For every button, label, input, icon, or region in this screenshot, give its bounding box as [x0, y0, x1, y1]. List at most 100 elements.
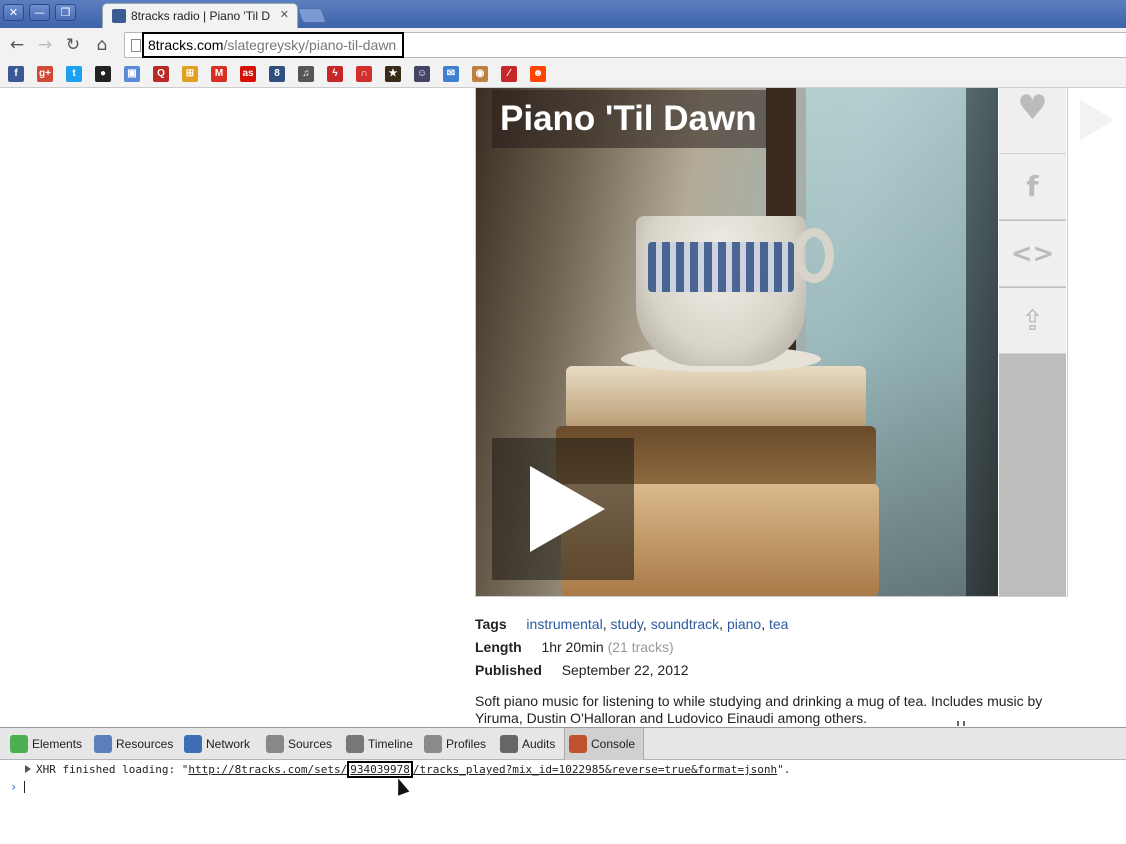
person-icon[interactable]: ☺: [414, 66, 430, 82]
console-prompt-icon: ›: [10, 780, 18, 794]
tags-list: instrumental, study, soundtrack, piano, …: [526, 616, 788, 632]
published-value: September 22, 2012: [561, 662, 689, 678]
tab-label: Audits: [522, 737, 556, 751]
tab-close-icon[interactable]: ✕: [280, 8, 289, 21]
log-prefix: XHR finished loading: ": [36, 763, 189, 776]
network-icon: [184, 735, 202, 753]
tab-label: Sources: [288, 737, 333, 751]
tab-console[interactable]: Console: [564, 728, 645, 760]
tag-link[interactable]: instrumental: [526, 616, 602, 632]
forward-icon[interactable]: →: [34, 34, 56, 56]
google-plus-icon[interactable]: g+: [37, 66, 53, 82]
length-value: 1hr 20min: [541, 639, 604, 655]
arc-icon[interactable]: ∩: [356, 66, 372, 82]
expand-triangle-icon[interactable]: [25, 765, 31, 773]
chat-icon[interactable]: ✉: [443, 66, 459, 82]
console-input[interactable]: [24, 781, 25, 793]
new-tab-button[interactable]: [297, 8, 327, 23]
player-pointer: [1080, 100, 1114, 140]
tag-link[interactable]: soundtrack: [651, 616, 719, 632]
tag-link[interactable]: study: [610, 616, 642, 632]
browser-tab[interactable]: 8tracks radio | Piano 'Til D ✕: [102, 3, 298, 28]
quora-icon[interactable]: Q: [153, 66, 169, 82]
twitter-icon[interactable]: t: [66, 66, 82, 82]
facebook-share-button[interactable]: f: [999, 154, 1066, 220]
window-titlebar: ✕ — ❐ 8tracks radio | Piano 'Til D ✕: [0, 0, 1126, 28]
tag-link[interactable]: piano: [727, 616, 761, 632]
mix-cover-image: Piano 'Til Dawn: [476, 88, 998, 596]
page-content: Piano 'Til Dawn ♥ f <> ⇪ Tags instrument…: [0, 88, 1126, 727]
resources-icon: [94, 735, 112, 753]
console-log-line: XHR finished loading: "http://8tracks.co…: [36, 761, 791, 778]
url-text[interactable]: 8tracks.com/slategreysky/piano-til-dawn: [142, 32, 405, 58]
star-icon[interactable]: ★: [385, 66, 401, 82]
tab-label: Console: [591, 737, 636, 751]
back-icon[interactable]: ←: [6, 34, 28, 56]
tag-separator: ,: [642, 616, 651, 632]
tab-timeline[interactable]: Timeline: [342, 728, 413, 760]
tab-title: 8tracks radio | Piano 'Til D: [131, 9, 271, 23]
tab-elements[interactable]: Elements: [6, 728, 82, 760]
tab-label: Timeline: [368, 737, 413, 751]
tags-label: Tags: [475, 616, 507, 632]
lastfm-icon[interactable]: as: [240, 66, 256, 82]
share-button[interactable]: ⇪: [999, 288, 1066, 354]
reddit-icon[interactable]: ☻: [530, 66, 546, 82]
page-icon: [131, 39, 141, 52]
tab-label: Profiles: [446, 737, 487, 751]
devtools-resize-handle[interactable]: [957, 721, 965, 726]
published-label: Published: [475, 662, 542, 678]
log-url-start: http://8tracks.com/sets/: [188, 763, 348, 776]
embed-button[interactable]: <>: [999, 221, 1066, 287]
log-url-end: /tracks_played?mix_id=1022985&reverse=tr…: [412, 763, 778, 776]
tab-audits[interactable]: Audits: [496, 728, 555, 760]
side-actions: ♥ f <> ⇪: [999, 88, 1066, 596]
url-host: 8tracks.com: [148, 37, 224, 53]
profiles-icon: [424, 735, 442, 753]
window-minimize-button[interactable]: —: [29, 4, 50, 21]
published-row: Published September 22, 2012: [475, 662, 689, 678]
facebook-icon: f: [1026, 170, 1039, 203]
tab-sources[interactable]: Sources: [262, 728, 332, 760]
windows-icon[interactable]: ⊞: [182, 66, 198, 82]
spinner-icon[interactable]: ◉: [472, 66, 488, 82]
docs-icon[interactable]: ▣: [124, 66, 140, 82]
console-icon: [569, 735, 587, 753]
tab-label: Resources: [116, 737, 174, 751]
length-row: Length 1hr 20min (21 tracks): [475, 639, 674, 655]
tab-network[interactable]: Network: [180, 728, 250, 760]
share-icon: ⇪: [1020, 304, 1045, 337]
like-button[interactable]: ♥: [999, 88, 1066, 154]
window-restore-button[interactable]: ❐: [55, 4, 76, 21]
elements-icon: [10, 735, 28, 753]
track-count: (21 tracks): [607, 639, 674, 655]
8tracks-icon[interactable]: 8: [269, 66, 285, 82]
timeline-icon: [346, 735, 364, 753]
home-icon[interactable]: ⌂: [91, 34, 113, 56]
github-icon[interactable]: ●: [95, 66, 111, 82]
slash-icon[interactable]: ⁄: [501, 66, 517, 82]
reload-icon[interactable]: ↻: [62, 34, 84, 56]
log-url[interactable]: http://8tracks.com/sets/934039978/tracks…: [188, 761, 777, 778]
play-button[interactable]: [492, 438, 634, 580]
console-panel: XHR finished loading: "http://8tracks.co…: [0, 761, 1126, 844]
heart-icon: ♥: [1017, 88, 1048, 128]
window-close-button[interactable]: ✕: [3, 4, 24, 21]
log-suffix: ".: [777, 763, 791, 776]
tab-resources[interactable]: Resources: [90, 728, 173, 760]
teacup-illustration: [636, 216, 806, 366]
code-icon: <>: [1010, 239, 1055, 269]
devtools-toolbar: Elements Resources Network Sources Timeline P…: [0, 727, 1126, 760]
address-bar[interactable]: 8tracks.com/slategreysky/piano-til-dawn: [124, 32, 1126, 58]
tag-separator: ,: [761, 616, 769, 632]
tags-row: Tags instrumental, study, soundtrack, pi…: [475, 616, 788, 632]
tag-link[interactable]: tea: [769, 616, 788, 632]
tab-profiles[interactable]: Profiles: [420, 728, 486, 760]
tab-label: Elements: [32, 737, 83, 751]
tab-label: Network: [206, 737, 251, 751]
flame-icon[interactable]: ϟ: [327, 66, 343, 82]
gmail-icon[interactable]: M: [211, 66, 227, 82]
facebook-icon[interactable]: f: [8, 66, 24, 82]
browser-toolbar: ← → ↻ ⌂ 8tracks.com/slategreysky/piano-t…: [0, 28, 1126, 61]
itunes-icon[interactable]: ♫: [298, 66, 314, 82]
